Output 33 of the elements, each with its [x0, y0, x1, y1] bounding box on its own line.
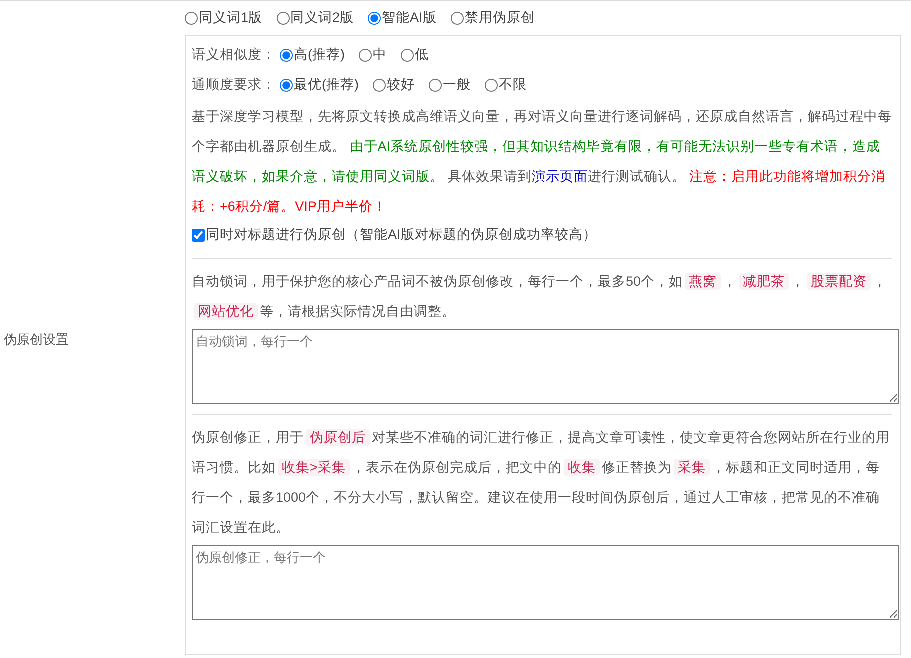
option-text: 较好: [387, 76, 415, 94]
option-label: 通顺度要求：: [192, 76, 276, 94]
corrections-field[interactable]: 伪原创修正，每行一个: [192, 545, 899, 620]
mode-name: 同义词2版: [290, 9, 354, 27]
option-text: 低: [415, 46, 429, 64]
radio-button[interactable]: [401, 48, 414, 62]
settings-label: 伪原创设置: [3, 331, 69, 349]
radio-button[interactable]: [450, 12, 464, 24]
radio-button[interactable]: [359, 48, 372, 62]
radio-button[interactable]: [368, 12, 382, 24]
lock-words-description: 自动锁词，用于保护您的核心产品词不被伪原创修改，每行一个，最多50个，如 燕窝 ， 减肥茶 ， 股票配资 ， 网站优化 等，请根据实际情况自由调整。: [192, 272, 888, 322]
corrections-description: 伪原创修正，用于 伪原创后 对某些不准确的词汇进行修正，提高文章可读性，使文章更符合您网站所在行业的用语习惯。比如 收集>采集 ，表示在伪原创完成后，把文中的 收集 修正替换为 采集 ，标题和正文同时适用，每行一个，最多1000个，不分大小写，默认留空。建议在使用一段时间伪原创后，通过人工审核，把常见的不准确词汇设置在此。: [192, 428, 891, 537]
ai-description: 基于深度学习模型，先将原文转换成高维语义向量，再对语义向量进行逐词解码，还原成自然语言，解码过程中每个字都由机器原创生成。 由于AI系统原创性较强，但其知识结构毕竟有限，有可能无法识别一些专有术语，造成语义破坏，如果介意，请使用同义词版。 具体效果请到演示页面进行测试确认。 注意：启用此功能将增加积分消耗：+6积分/篇。VIP用户半价！: [192, 108, 892, 216]
option-label: 语义相似度：: [192, 46, 276, 64]
option-text: 一般: [443, 76, 471, 94]
checkbox[interactable]: [192, 228, 205, 242]
radio-button[interactable]: [280, 48, 293, 62]
radio-button[interactable]: [429, 78, 442, 92]
radio-button[interactable]: [485, 78, 498, 92]
mode-name: 同义词1版: [199, 9, 263, 27]
radio-button[interactable]: [276, 12, 290, 24]
option-text: 最优(推荐): [294, 76, 359, 94]
checkbox-label[interactable]: 同时对标题进行伪原创（智能AI版对标题的伪原创成功率较高）: [206, 226, 597, 244]
option-text: 高(推荐): [294, 46, 345, 64]
option-text: 不限: [499, 76, 527, 94]
option-text: 中: [373, 46, 387, 64]
mode-name: 禁用伪原创: [464, 9, 535, 27]
lock-words-field[interactable]: 自动锁词，每行一个: [192, 329, 899, 404]
radio-button[interactable]: [280, 78, 293, 92]
radio-button[interactable]: [373, 78, 386, 92]
radio-button[interactable]: [185, 12, 198, 24]
demo-page-link[interactable]: 演示页面: [532, 169, 588, 184]
mode-name: 智能AI版: [382, 9, 437, 27]
